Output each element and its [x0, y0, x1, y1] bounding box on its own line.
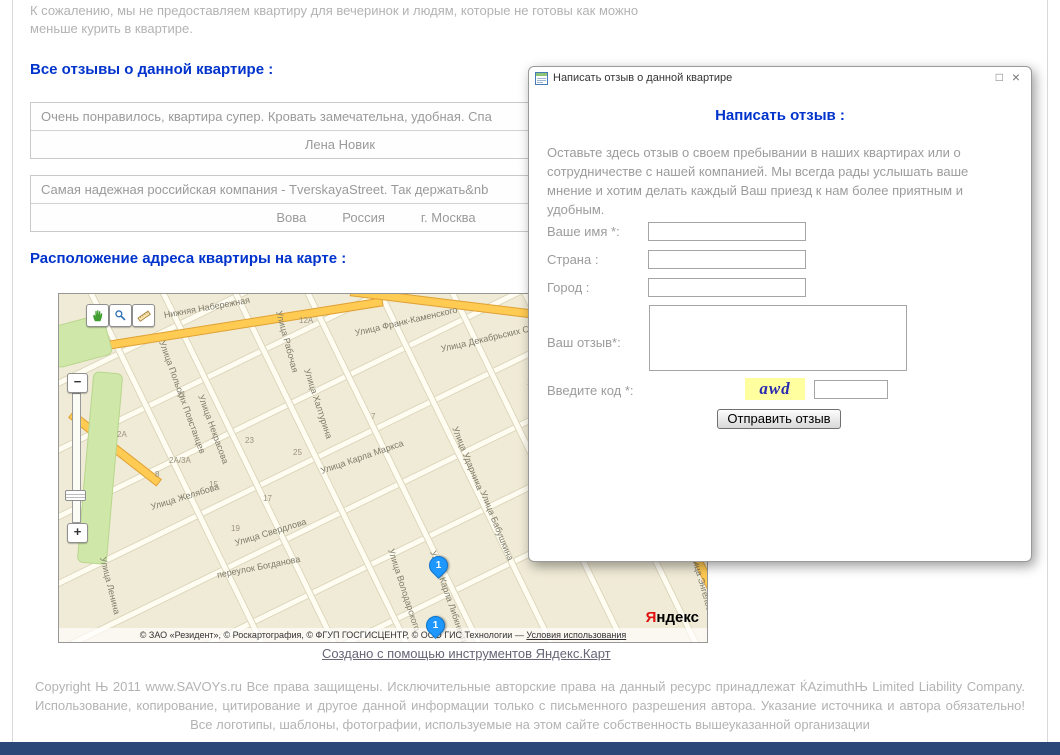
marker-label: 1 — [435, 560, 442, 571]
zoom-out-button[interactable]: − — [67, 373, 88, 393]
country-input[interactable] — [648, 250, 806, 269]
dialog-form-icon — [535, 72, 548, 85]
pan-tool-button[interactable] — [86, 304, 109, 327]
code-input[interactable] — [814, 380, 888, 399]
city-input[interactable] — [648, 278, 806, 297]
building-number: 17 — [263, 494, 272, 503]
map-credit-link[interactable]: Создано с помощью инструментов Яндекс.Ка… — [322, 646, 611, 661]
city-label: Город : — [547, 280, 590, 295]
building-number: 2А/3А — [169, 456, 191, 465]
magnifier-icon — [115, 310, 126, 321]
dialog-description: Оставьте здесь отзыв о своем пребывании … — [547, 145, 969, 217]
building-number: 25 — [293, 448, 302, 457]
review-label: Ваш отзыв*: — [547, 335, 621, 350]
intro-line-1: К сожалению, мы не предоставляем квартир… — [30, 3, 639, 18]
name-input[interactable] — [648, 222, 806, 241]
map-copyright: © ЗАО «Резидент», © Роскартография, © ФГ… — [59, 628, 707, 642]
map-heading: Расположение адреса квартиры на карте : — [30, 250, 347, 267]
ruler-icon — [136, 309, 151, 322]
footer-bar — [0, 742, 1060, 755]
review-textarea[interactable] — [649, 305, 907, 371]
building-number: 23 — [245, 436, 254, 445]
dialog-titlebar[interactable]: Написать отзыв о данной квартире □ × — [529, 67, 1031, 89]
review-city: г. Москва — [420, 210, 476, 225]
marker-label: 1 — [432, 620, 439, 631]
zoom-slider-track[interactable] — [72, 393, 81, 523]
building-number: 19 — [231, 524, 240, 533]
terms-of-use-link[interactable]: Условия использования — [526, 630, 626, 640]
country-label: Страна : — [547, 252, 599, 267]
magnifier-tool-button[interactable] — [109, 304, 132, 327]
building-number: 8 — [155, 470, 160, 479]
submit-review-button[interactable]: Отправить отзыв — [717, 409, 841, 429]
ruler-tool-button[interactable] — [132, 304, 155, 327]
map-copyright-text: © ЗАО «Резидент», © Роскартография, © ФГ… — [139, 630, 527, 640]
yandex-logo-ya: Я — [645, 609, 657, 626]
zoom-in-button[interactable]: + — [67, 523, 88, 543]
reviews-heading: Все отзывы о данной квартире : — [30, 61, 274, 78]
building-number: 21 — [177, 390, 186, 399]
close-icon[interactable]: × — [1012, 69, 1020, 85]
review-country: Россия — [342, 210, 385, 225]
building-number: 2А — [117, 430, 127, 439]
code-label: Введите код *: — [547, 383, 634, 398]
dialog-title: Написать отзыв о данной квартире — [553, 72, 733, 84]
hand-icon — [93, 310, 103, 322]
review-author: Лена Новик — [304, 137, 376, 152]
name-label: Ваше имя *: — [547, 224, 620, 239]
yandex-logo-rest: ндекс — [656, 609, 699, 626]
intro-text: К сожалению, мы не предоставляем квартир… — [30, 2, 1010, 38]
review-dialog: Написать отзыв о данной квартире □ × Нап… — [528, 66, 1032, 562]
footer-text: Copyright Њ 2011 www.SAVOYs.ru Все права… — [35, 679, 1025, 732]
maximize-icon[interactable]: □ — [996, 70, 1003, 84]
review-author: Вова — [276, 210, 307, 225]
building-number: 12А — [299, 316, 314, 325]
building-number: 15 — [209, 480, 218, 489]
zoom-slider-handle[interactable] — [65, 490, 86, 501]
dialog-heading: Написать отзыв : — [715, 107, 845, 124]
intro-line-2: меньше курить в квартире. — [30, 21, 193, 36]
captcha-image: awd — [745, 378, 805, 400]
yandex-logo[interactable]: Яндекс — [646, 609, 699, 626]
building-number: 7 — [371, 412, 376, 421]
